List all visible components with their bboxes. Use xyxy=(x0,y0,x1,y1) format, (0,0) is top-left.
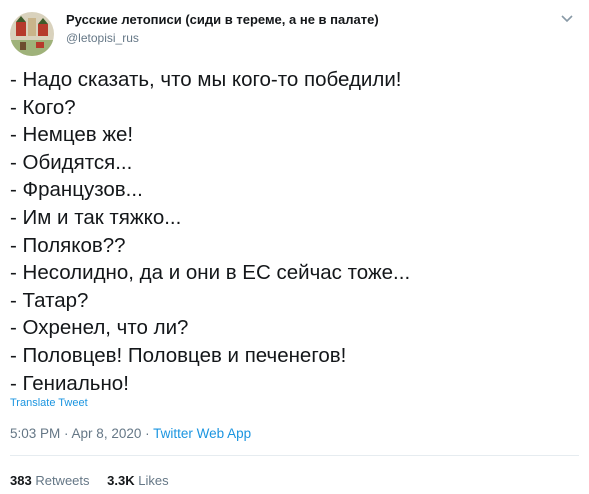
tweet-stats: 383 Retweets 3.3K Likes xyxy=(10,473,183,488)
meta-separator: · xyxy=(60,426,72,441)
tweet-time[interactable]: 5:03 PM xyxy=(10,426,60,441)
avatar[interactable] xyxy=(10,12,54,56)
retweets-count: 383 xyxy=(10,473,32,488)
likes-count: 3.3K xyxy=(107,473,135,488)
avatar-icon xyxy=(10,12,54,56)
tweet-line: - Немцев же! xyxy=(10,123,134,147)
tweet-source[interactable]: Twitter Web App xyxy=(153,426,251,441)
tweet-line: - Половцев! Половцев и печенегов! xyxy=(10,343,347,367)
tweet-header: Русские летописи (сиди в тереме, а не в … xyxy=(10,8,580,56)
tweet-line: - Кого? xyxy=(10,95,76,119)
author-block: Русские летописи (сиди в тереме, а не в … xyxy=(66,12,379,45)
meta-separator: · xyxy=(141,426,154,441)
user-handle[interactable]: @letopisi_rus xyxy=(66,31,379,45)
retweets-label: Retweets xyxy=(35,473,90,488)
tweet-line: - Им и так тяжко... xyxy=(10,205,182,229)
tweet-line: - Надо сказать, что мы кого-то победили! xyxy=(10,68,402,91)
tweet-line: - Поляков?? xyxy=(10,233,126,257)
tweet-date[interactable]: Apr 8, 2020 xyxy=(72,426,142,441)
translate-tweet-link[interactable]: Translate Tweet xyxy=(10,397,88,409)
tweet-line: - Несолидно, да и они в ЕС сейчас тоже..… xyxy=(10,261,411,285)
divider xyxy=(10,455,579,456)
likes-stat[interactable]: 3.3K Likes xyxy=(107,473,168,488)
tweet-line: - Татар? xyxy=(10,288,89,312)
tweet-line: - Обидятся... xyxy=(10,150,133,174)
tweet-line: - Охренел, что ли? xyxy=(10,316,189,340)
chevron-down-icon[interactable] xyxy=(560,12,574,26)
retweets-stat[interactable]: 383 Retweets xyxy=(10,473,90,488)
display-name[interactable]: Русские летописи (сиди в тереме, а не в … xyxy=(66,12,379,27)
tweet-text: - Надо сказать, что мы кого-то победили!… xyxy=(10,66,580,397)
likes-label: Likes xyxy=(138,473,169,488)
tweet-line: - Французов... xyxy=(10,178,143,202)
tweet-meta: 5:03 PM · Apr 8, 2020 · Twitter Web App xyxy=(10,426,251,441)
tweet-line: - Гениально! xyxy=(10,371,129,395)
